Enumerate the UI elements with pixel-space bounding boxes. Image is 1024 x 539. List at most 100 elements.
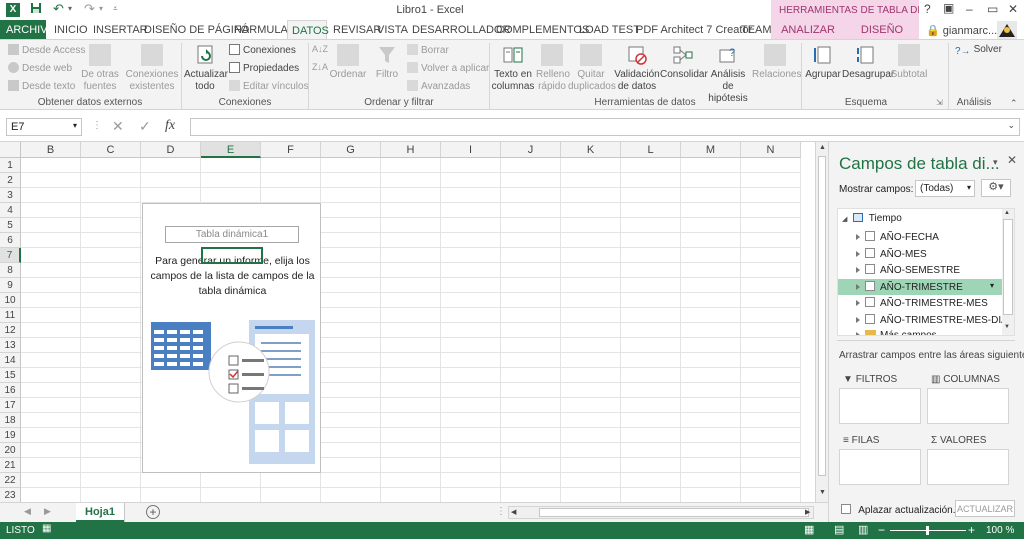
row-header-16[interactable]: 16	[0, 383, 21, 398]
tab-formulas[interactable]: FÓRMULAS	[234, 20, 295, 39]
select-all-corner[interactable]	[0, 142, 21, 158]
update-button[interactable]: ACTUALIZAR	[955, 500, 1015, 517]
row-header-5[interactable]: 5	[0, 218, 21, 233]
remove-duplicates-button[interactable]: Quitar duplicados	[568, 44, 616, 93]
row-header-2[interactable]: 2	[0, 173, 21, 188]
field-checkbox[interactable]	[865, 313, 875, 324]
from-web-button[interactable]: Desde web	[8, 62, 72, 74]
name-box-dropdown-icon[interactable]: ▾	[73, 121, 77, 130]
expand-formula-icon[interactable]: ⌄	[1007, 120, 1015, 131]
field-item[interactable]: AÑO-TRIMESTRE-MES-DIA	[838, 312, 1008, 328]
tab-team[interactable]: TEAM	[741, 20, 772, 39]
column-header-k[interactable]: K	[561, 142, 621, 158]
row-header-10[interactable]: 10	[0, 293, 21, 308]
new-sheet-button[interactable]: +	[146, 505, 160, 519]
row-header-12[interactable]: 12	[0, 323, 21, 338]
field-checkbox[interactable]	[865, 280, 875, 291]
row-header-19[interactable]: 19	[0, 428, 21, 443]
tab-analizar[interactable]: ANALIZAR	[771, 20, 845, 39]
tab-complementos[interactable]: COMPLEMENTOS	[496, 20, 589, 39]
show-fields-select[interactable]: (Todas) ▾	[915, 180, 975, 197]
minimize-icon[interactable]: –	[966, 2, 973, 16]
outline-settings-icon[interactable]: ⇲	[936, 98, 943, 107]
tab-inicio[interactable]: INICIO	[54, 20, 88, 39]
confirm-entry-icon[interactable]: ✓	[139, 118, 151, 135]
expand-field-icon[interactable]	[856, 250, 860, 257]
field-checkbox[interactable]	[865, 297, 875, 307]
next-sheet-icon[interactable]: ▶	[44, 506, 51, 517]
ungroup-button[interactable]: Desagrupar	[842, 44, 894, 81]
pivot-table-placeholder[interactable]: Tabla dinámica1 Para generar un informe,…	[142, 203, 321, 473]
expand-field-icon[interactable]	[856, 283, 860, 290]
ribbon-display-icon[interactable]: ▣	[943, 1, 954, 15]
tab-datos[interactable]: DATOS	[287, 20, 329, 40]
row-header-9[interactable]: 9	[0, 278, 21, 293]
field-scroll-up-icon[interactable]: ▲	[1004, 210, 1010, 216]
tab-diseno[interactable]: DISEÑO	[845, 20, 919, 39]
tab-vista[interactable]: VISTA	[377, 20, 408, 39]
field-checkbox[interactable]	[865, 264, 875, 274]
row-header-7[interactable]: 7	[0, 248, 21, 263]
row-header-4[interactable]: 4	[0, 203, 21, 218]
tab-load-test[interactable]: LOAD TEST	[579, 20, 640, 39]
horizontal-scrollbar[interactable]: ◀ ▶	[508, 506, 814, 519]
zoom-out-icon[interactable]: −	[878, 523, 885, 537]
row-header-3[interactable]: 3	[0, 188, 21, 203]
normal-view-icon[interactable]: ▦	[804, 523, 814, 536]
defer-update-check[interactable]	[841, 504, 851, 514]
scroll-left-icon[interactable]: ◀	[511, 508, 516, 516]
row-header-22[interactable]: 22	[0, 473, 21, 488]
table-node-tiempo[interactable]: ◢ Tiempo	[842, 213, 902, 224]
avatar[interactable]	[997, 21, 1017, 39]
subtotal-button[interactable]: Subtotal	[890, 44, 928, 81]
help-icon[interactable]: ?	[924, 2, 931, 16]
field-list[interactable]: ◢ Tiempo AÑO-FECHA AÑO-MES AÑO-SEMESTRE AÑO…	[837, 208, 1015, 336]
edit-links-button[interactable]: Editar vínculos	[229, 80, 309, 92]
field-checkbox[interactable]	[865, 231, 875, 241]
macro-record-icon[interactable]: ▦	[42, 523, 51, 534]
filter-button[interactable]: Filtro	[370, 44, 404, 81]
tab-insertar[interactable]: INSERTAR	[93, 20, 148, 39]
row-header-13[interactable]: 13	[0, 338, 21, 353]
from-text-button[interactable]: Desde texto	[8, 80, 75, 92]
row-header-11[interactable]: 11	[0, 308, 21, 323]
zoom-slider-thumb[interactable]	[926, 526, 929, 535]
row-header-17[interactable]: 17	[0, 398, 21, 413]
prev-sheet-icon[interactable]: ◀	[24, 506, 31, 517]
other-sources-button[interactable]: De otras fuentes	[78, 44, 122, 93]
column-header-d[interactable]: D	[141, 142, 201, 158]
column-header-h[interactable]: H	[381, 142, 441, 158]
columns-drop-area[interactable]	[927, 388, 1009, 424]
page-break-view-icon[interactable]: ▥	[858, 523, 868, 536]
tab-revisar[interactable]: REVISAR	[333, 20, 381, 39]
formula-input[interactable]: ⌄	[190, 118, 1020, 136]
field-item[interactable]: AÑO-SEMESTRE	[838, 262, 1002, 278]
field-checkbox[interactable]	[865, 247, 875, 258]
data-validation-button[interactable]: Validación de datos	[614, 44, 660, 93]
collapse-ribbon-icon[interactable]: ⌃	[1010, 98, 1018, 109]
expand-field-icon[interactable]	[856, 316, 860, 323]
clear-filter-button[interactable]: Borrar	[407, 44, 449, 56]
field-item[interactable]: AÑO-TRIMESTRE-MES	[838, 295, 1002, 311]
group-button[interactable]: Agrupar	[804, 44, 842, 81]
expand-field-icon[interactable]	[856, 267, 860, 273]
relationships-button[interactable]: Relaciones	[752, 44, 801, 81]
zoom-in-icon[interactable]: +	[968, 523, 975, 537]
what-if-button[interactable]: ? Análisis de hipótesis	[706, 44, 750, 105]
insert-function-icon[interactable]: fx	[165, 118, 175, 134]
column-header-f[interactable]: F	[261, 142, 321, 158]
field-scroll-down-icon[interactable]: ▼	[1004, 324, 1010, 330]
row-header-23[interactable]: 23	[0, 488, 21, 502]
column-header-c[interactable]: C	[81, 142, 141, 158]
row-header-20[interactable]: 20	[0, 443, 21, 458]
solver-button[interactable]: ?→ Solver	[955, 44, 1002, 57]
column-header-b[interactable]: B	[21, 142, 81, 158]
defer-update-checkbox[interactable]: Aplazar actualización...	[841, 504, 961, 516]
scroll-right-icon[interactable]: ▶	[805, 508, 810, 516]
field-item[interactable]: AÑO-TRIMESTRE ▾	[838, 278, 1002, 295]
column-header-n[interactable]: N	[741, 142, 801, 158]
hscroll-thumb[interactable]	[539, 508, 809, 517]
column-header-i[interactable]: I	[441, 142, 501, 158]
connections-button[interactable]: Conexiones	[229, 44, 296, 56]
row-header-14[interactable]: 14	[0, 353, 21, 368]
